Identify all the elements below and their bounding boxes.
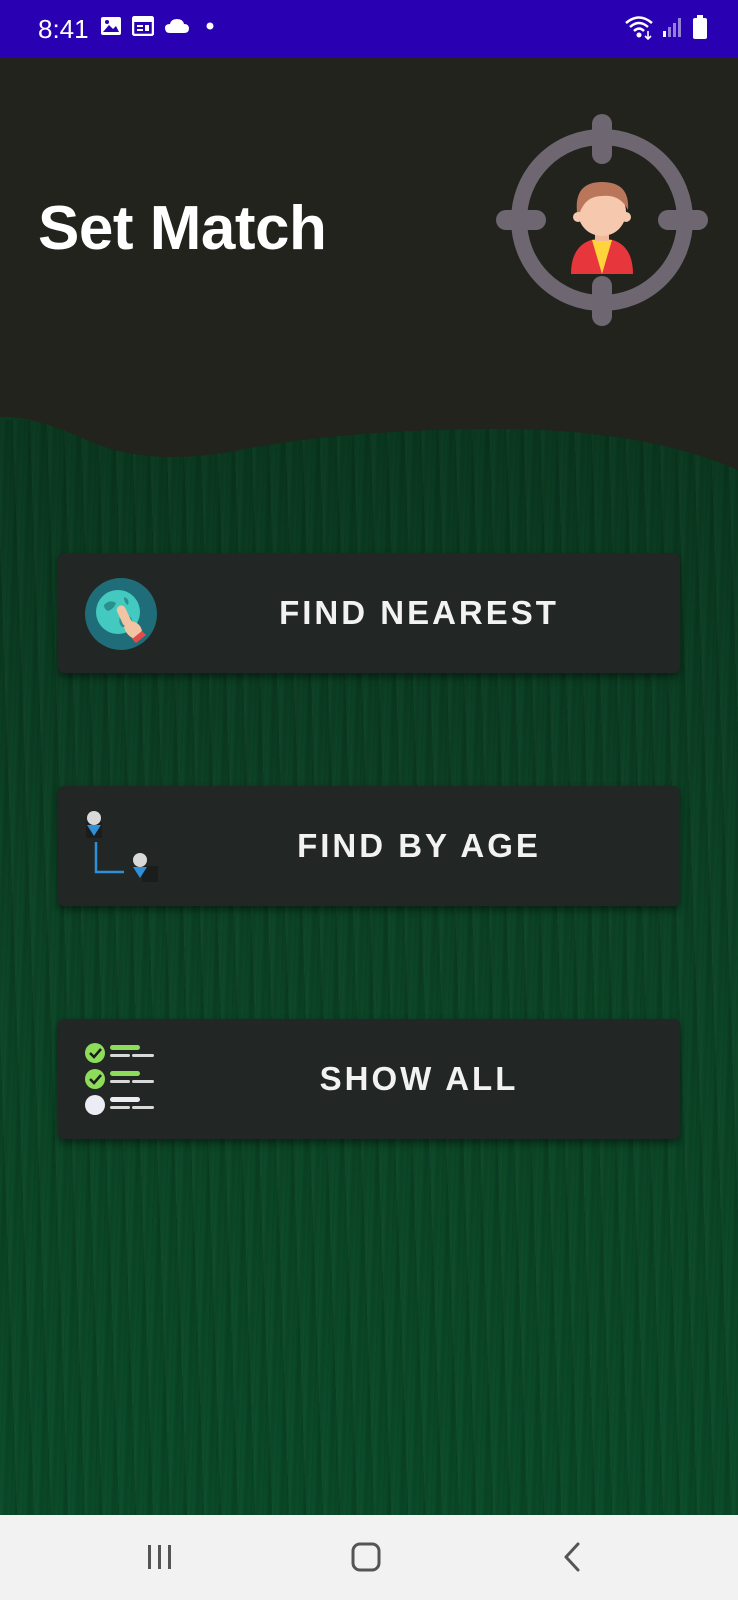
status-icons-right [624, 14, 708, 45]
status-icons-left [100, 15, 220, 41]
status-bar: 8:41 [0, 0, 738, 57]
people-connection-icon [84, 810, 158, 884]
recent-apps-button[interactable] [130, 1533, 190, 1583]
crosshair-person-icon [494, 112, 710, 328]
find-nearest-label: FIND NEAREST [279, 594, 559, 631]
navigation-bar [0, 1515, 738, 1600]
show-all-button[interactable]: SHOW ALL [58, 1019, 680, 1139]
recent-apps-icon [148, 1545, 171, 1569]
show-all-label: SHOW ALL [319, 1060, 519, 1097]
image-icon [100, 16, 122, 41]
back-button[interactable] [542, 1533, 602, 1583]
wifi-icon [624, 14, 654, 45]
find-nearest-button[interactable]: FIND NEAREST [58, 553, 680, 673]
status-time: 8:41 [38, 14, 89, 44]
find-by-age-button[interactable]: FIND BY AGE [58, 786, 680, 906]
signal-icon [662, 16, 684, 43]
home-icon [351, 1542, 381, 1572]
dot-icon [200, 17, 220, 40]
back-icon [564, 1542, 580, 1572]
battery-icon [692, 14, 708, 45]
page-title: Set Match [38, 194, 327, 263]
globe-touch-icon [84, 577, 158, 651]
find-by-age-label: FIND BY AGE [297, 827, 541, 864]
checklist-icon [84, 1043, 158, 1117]
home-button[interactable] [336, 1533, 396, 1583]
cloud-icon [164, 17, 190, 40]
calendar-icon [131, 15, 155, 41]
